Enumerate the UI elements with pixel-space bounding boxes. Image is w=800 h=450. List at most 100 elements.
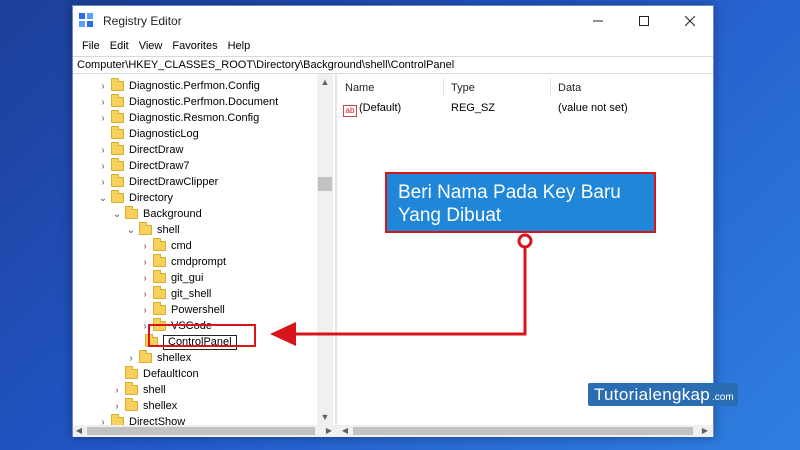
menu-file[interactable]: File [77,40,105,52]
tree-item[interactable]: › git_shell [139,286,211,302]
expand-chevron-icon[interactable]: › [97,177,109,188]
registry-editor-icon [79,13,95,29]
scroll-right-icon[interactable]: ▶ [323,425,335,437]
tree-item-label: DefaultIcon [143,368,199,380]
folder-icon [125,382,138,395]
maximize-button[interactable] [621,6,667,36]
expand-chevron-icon[interactable]: › [139,305,151,316]
watermark-tld: .com [712,391,734,403]
expand-chevron-icon[interactable]: › [97,417,109,426]
column-divider[interactable] [550,78,551,96]
expand-chevron-icon[interactable]: ⌄ [125,225,137,236]
minimize-icon [593,20,603,22]
horizontal-scrollbar[interactable]: ◀ ▶ ◀ ▶ [73,425,713,437]
tree-item[interactable]: › shellex [111,398,177,414]
expand-chevron-icon[interactable]: › [97,145,109,156]
scroll-thumb[interactable] [353,427,693,435]
close-icon [685,16,695,26]
scroll-thumb[interactable] [318,177,332,191]
tree-item[interactable]: › shell [111,382,166,398]
address-path: Computer\HKEY_CLASSES_ROOT\Directory\Bac… [77,59,455,71]
folder-icon [153,270,166,283]
folder-icon [111,126,124,139]
tree-item[interactable]: › DirectDrawClipper [97,174,218,190]
column-header-data[interactable]: Data [558,82,581,94]
expand-chevron-icon[interactable]: › [125,353,137,364]
value-data: (value not set) [558,102,628,114]
tree-item[interactable]: ⌄ Background [111,206,202,222]
folder-icon [111,174,124,187]
scroll-right-icon[interactable]: ▶ [699,425,711,437]
scroll-down-icon[interactable]: ▼ [317,409,333,425]
folder-icon [111,414,124,425]
tree-item-label: Background [143,208,202,220]
value-type: REG_SZ [451,102,496,114]
tree-item[interactable]: DiagnosticLog [97,126,199,142]
expand-chevron-icon[interactable]: ⌄ [97,193,109,204]
column-header-type[interactable]: Type [451,82,475,94]
expand-chevron-icon[interactable]: ⌄ [111,209,123,220]
tree-item[interactable]: › cmd [139,238,192,254]
tree-item-label: DirectDrawClipper [129,176,219,188]
tree-item[interactable]: › DirectDraw7 [97,158,190,174]
folder-icon [111,110,124,123]
watermark-main: Tutorialengkap [594,384,711,404]
tree-vertical-scrollbar[interactable]: ▲ ▼ [317,74,333,425]
tree-item[interactable]: DefaultIcon [111,366,199,382]
folder-icon [125,398,138,411]
tree-item[interactable]: › Diagnostic.Perfmon.Document [97,94,278,110]
folder-icon [125,366,138,379]
scroll-left-icon[interactable]: ◀ [339,425,351,437]
scroll-left-icon[interactable]: ◀ [73,425,85,437]
expand-chevron-icon[interactable]: › [139,241,151,252]
tree-item[interactable]: › Diagnostic.Perfmon.Config [97,78,260,94]
tree-item-label: DirectDraw7 [129,160,190,172]
tree-item[interactable]: › DirectShow [97,414,185,425]
address-bar[interactable]: Computer\HKEY_CLASSES_ROOT\Directory\Bac… [73,56,713,74]
tree-item[interactable]: › Diagnostic.Resmon.Config [97,110,259,126]
expand-chevron-icon[interactable]: › [97,113,109,124]
folder-icon [139,222,152,235]
tree-item[interactable]: › DirectDraw [97,142,183,158]
menu-help[interactable]: Help [223,40,256,52]
pane-splitter[interactable] [335,74,337,437]
menu-edit[interactable]: Edit [105,40,134,52]
tree-item[interactable]: › git_gui [139,270,203,286]
tree-item-label: cmdprompt [171,256,227,268]
expand-chevron-icon[interactable]: › [111,385,123,396]
values-list: Name Type Data ab (Default) REG_SZ (value… [338,74,713,425]
menu-bar: File Edit View Favorites Help [73,36,713,56]
tree-item[interactable]: › cmdprompt [139,254,226,270]
string-value-icon: ab [343,105,357,117]
tree-item[interactable]: › Powershell [139,302,225,318]
tree-item-label: cmd [171,240,192,252]
folder-icon [125,206,138,219]
scroll-up-icon[interactable]: ▲ [317,74,333,90]
tree-item[interactable]: ⌄ shell [125,222,180,238]
close-button[interactable] [667,6,713,36]
expand-chevron-icon[interactable]: › [139,257,151,268]
expand-chevron-icon[interactable]: › [139,273,151,284]
expand-chevron-icon[interactable]: › [139,289,151,300]
column-header-name[interactable]: Name [345,82,374,94]
tree-item-label: Powershell [171,304,225,316]
expand-chevron-icon[interactable]: › [111,401,123,412]
expand-chevron-icon[interactable]: › [97,81,109,92]
menu-favorites[interactable]: Favorites [167,40,222,52]
folder-icon [139,350,152,363]
instruction-callout: Beri Nama Pada Key Baru Yang Dibuat [385,172,656,233]
tree-item-label: Directory [129,192,174,204]
tree-item[interactable]: ⌄ Directory [97,190,173,206]
scroll-thumb[interactable] [87,427,315,435]
menu-view[interactable]: View [134,40,168,52]
expand-chevron-icon[interactable]: › [97,97,109,108]
folder-icon [153,254,166,267]
folder-icon [111,158,124,171]
tree-item-label: shellex [157,352,192,364]
tree-item-label: shell [143,384,166,396]
expand-chevron-icon[interactable]: › [97,161,109,172]
tree-item[interactable]: › shellex [125,350,191,366]
minimize-button[interactable] [575,6,621,36]
column-divider[interactable] [443,78,444,96]
tree-item-label: DiagnosticLog [129,128,199,140]
